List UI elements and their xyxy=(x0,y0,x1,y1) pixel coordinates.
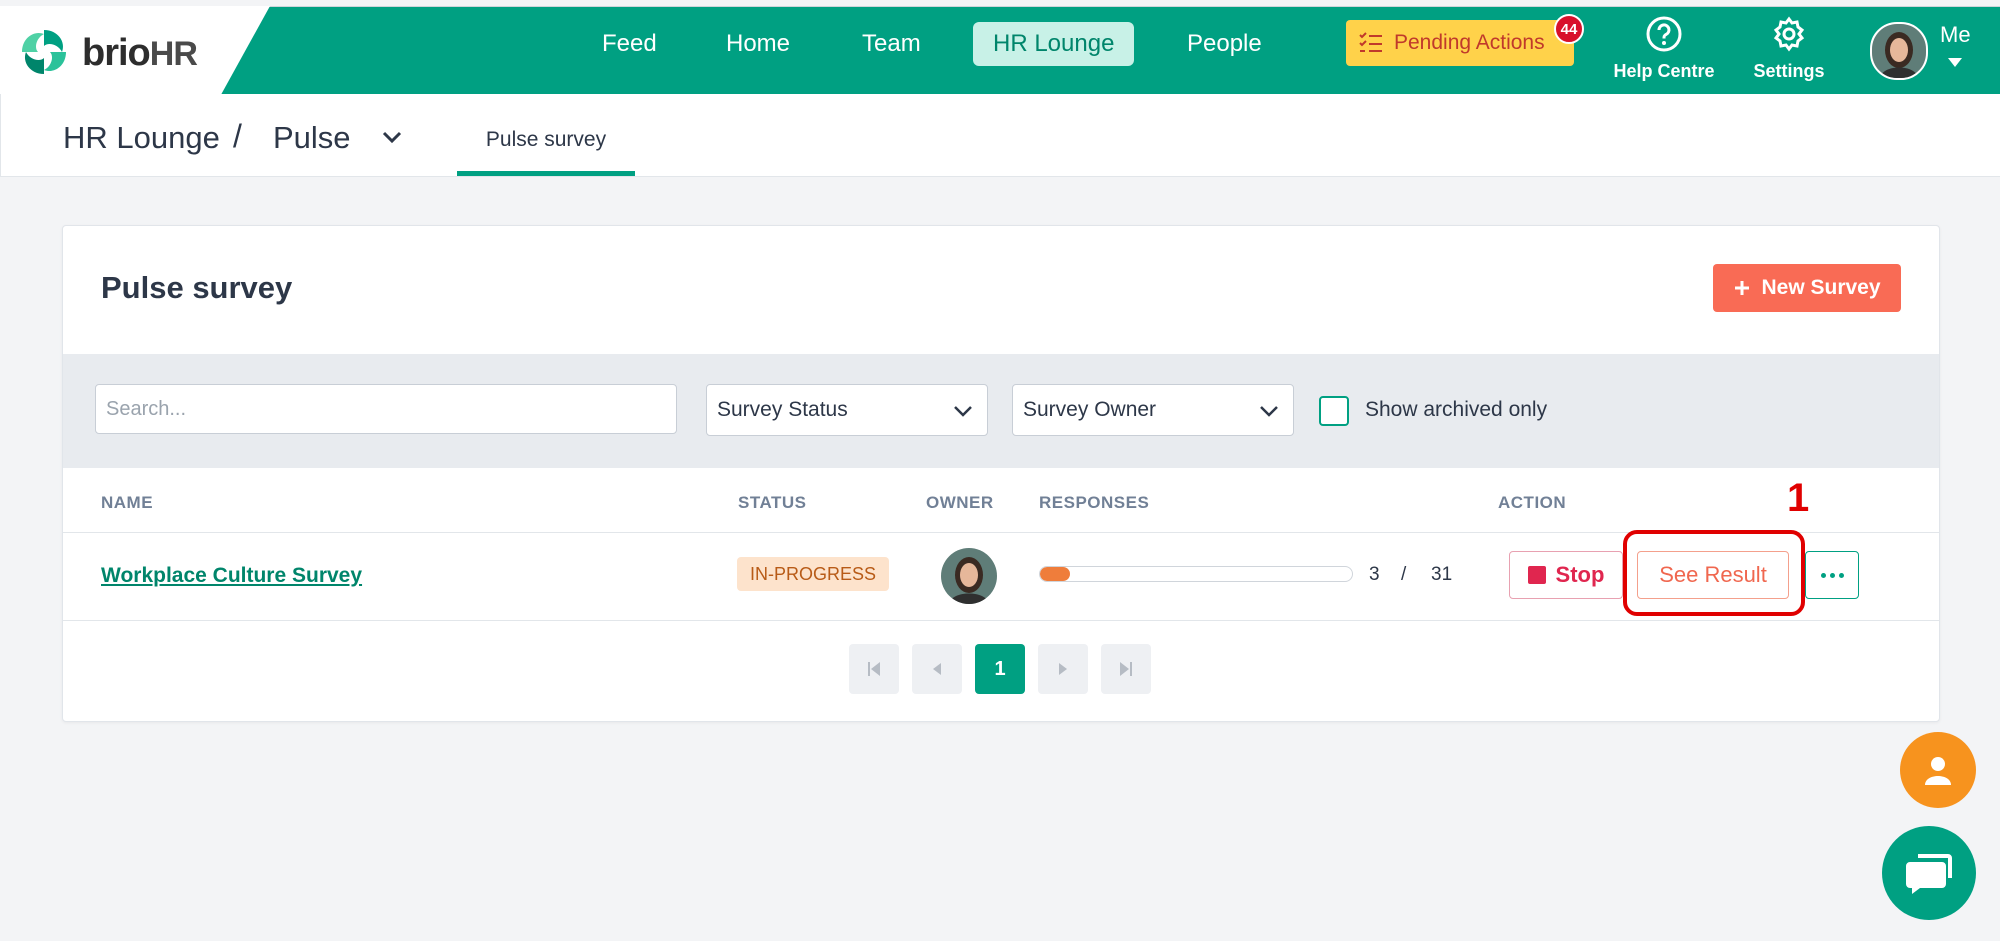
archived-label: Show archived only xyxy=(1365,398,1548,421)
chat-icon xyxy=(1906,854,1952,894)
stop-button[interactable]: Stop xyxy=(1509,551,1623,599)
settings-label: Settings xyxy=(1753,61,1825,81)
survey-status-value: Survey Status xyxy=(717,398,848,421)
stop-icon xyxy=(1527,566,1546,584)
pending-list-icon xyxy=(1359,32,1382,52)
responses-separator: / xyxy=(1401,564,1407,585)
responses-done: 3 xyxy=(1369,564,1380,585)
gear-icon xyxy=(1773,16,1805,52)
more-icon xyxy=(1838,572,1844,578)
profile-fab-button[interactable] xyxy=(1900,732,1976,808)
help-centre-button[interactable]: Help Centre xyxy=(1609,16,1719,82)
me-label[interactable]: Me xyxy=(1940,22,1971,48)
next-page-icon xyxy=(1059,663,1067,675)
more-icon xyxy=(1829,572,1835,578)
first-page-icon xyxy=(868,662,880,676)
logo-text: brioHR xyxy=(82,32,198,74)
pending-actions-button[interactable]: Pending Actions xyxy=(1346,20,1574,66)
column-header-responses: RESPONSES xyxy=(1039,493,1150,512)
see-result-button[interactable]: See Result xyxy=(1637,551,1789,599)
pulse-survey-card: Pulse survey New Survey Survey Status Su… xyxy=(62,225,1940,722)
breadcrumb-current: Pulse xyxy=(273,120,351,155)
archived-checkbox[interactable] xyxy=(1319,396,1349,426)
avatar-image xyxy=(941,548,997,604)
logo-icon xyxy=(20,28,68,76)
survey-name-link[interactable]: Workplace Culture Survey xyxy=(101,564,362,588)
page-title: Pulse survey xyxy=(101,270,293,305)
more-actions-button[interactable] xyxy=(1805,551,1859,599)
user-icon xyxy=(1925,757,1951,785)
pending-count-badge: 44 xyxy=(1554,14,1584,44)
responses-total: 31 xyxy=(1431,564,1453,585)
help-centre-label: Help Centre xyxy=(1613,61,1715,81)
tab-pulse-survey[interactable]: Pulse survey xyxy=(457,94,635,176)
avatar[interactable] xyxy=(1870,22,1928,80)
survey-owner-select[interactable]: Survey Owner xyxy=(1012,384,1294,436)
last-page-icon xyxy=(1120,662,1132,676)
nav-team[interactable]: Team xyxy=(862,30,921,58)
page-1-button[interactable]: 1 xyxy=(975,644,1025,694)
pending-actions-label: Pending Actions xyxy=(1394,31,1545,54)
nav-home[interactable]: Home xyxy=(726,30,790,58)
filter-bar: Survey Status Survey Owner Show archived… xyxy=(63,354,1939,468)
new-survey-button[interactable]: New Survey xyxy=(1713,264,1901,312)
column-header-name: NAME xyxy=(101,493,154,512)
column-header-owner: OWNER xyxy=(926,493,994,512)
chevron-down-icon[interactable] xyxy=(379,124,405,150)
more-icon xyxy=(1820,572,1826,578)
survey-owner-value: Survey Owner xyxy=(1023,398,1157,421)
responses-progress-bar xyxy=(1039,566,1353,582)
prev-page-button[interactable] xyxy=(912,644,962,694)
search-input[interactable] xyxy=(95,384,677,434)
column-header-action: ACTION xyxy=(1498,493,1567,512)
first-page-button[interactable] xyxy=(849,644,899,694)
row-divider xyxy=(63,620,1939,621)
chevron-down-icon xyxy=(954,406,972,417)
plus-icon xyxy=(1735,281,1750,295)
nav-hr-lounge[interactable]: HR Lounge xyxy=(973,22,1135,66)
breadcrumb-parent[interactable]: HR Lounge xyxy=(63,120,220,156)
settings-button[interactable]: Settings xyxy=(1734,16,1844,82)
me-caret-icon[interactable] xyxy=(1948,58,1962,67)
survey-status-select[interactable]: Survey Status xyxy=(706,384,988,436)
chevron-down-icon xyxy=(1260,406,1278,417)
annotation-number: 1 xyxy=(1787,476,1810,520)
prev-page-icon xyxy=(933,663,941,675)
header-divider xyxy=(63,532,1939,533)
owner-avatar[interactable] xyxy=(941,548,997,604)
nav-people[interactable]: People xyxy=(1187,30,1262,58)
next-page-button[interactable] xyxy=(1038,644,1088,694)
breadcrumb-separator: / xyxy=(233,118,242,154)
last-page-button[interactable] xyxy=(1101,644,1151,694)
column-header-status: STATUS xyxy=(738,493,807,512)
help-icon xyxy=(1646,16,1682,52)
stop-label: Stop xyxy=(1555,562,1605,587)
sub-header: HR Lounge / Pulse Pulse survey xyxy=(0,94,2000,177)
chat-fab-button[interactable] xyxy=(1882,826,1976,920)
status-badge: IN-PROGRESS xyxy=(737,557,890,591)
new-survey-label: New Survey xyxy=(1761,276,1881,299)
responses-progress-fill xyxy=(1040,567,1071,581)
nav-feed[interactable]: Feed xyxy=(602,30,657,58)
avatar-image xyxy=(1872,24,1926,78)
